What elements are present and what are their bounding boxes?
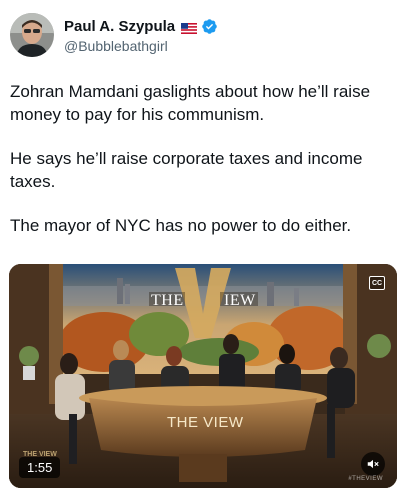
tweet-paragraph: The mayor of NYC has no power to do eith…	[10, 216, 352, 235]
show-title-left: THE	[151, 292, 184, 309]
tweet-text: Zohran Mamdani gaslights about how he’ll…	[10, 80, 396, 258]
captions-icon[interactable]: CC	[369, 276, 385, 290]
desk-title: THE VIEW	[167, 414, 244, 431]
author-name-row: Paul A. Szypula	[64, 17, 218, 37]
tweet-header: Paul A. Szypula @Bubblebathgirl	[10, 12, 390, 58]
author-handle[interactable]: @Bubblebathgirl	[64, 38, 218, 54]
speaker-mute-icon[interactable]	[361, 452, 385, 476]
video-player[interactable]: THE IEW THE VIEW THE VIEW CC 1:55 #THEVI…	[9, 264, 397, 488]
author-display-name[interactable]: Paul A. Szypula	[64, 18, 175, 35]
show-title-right: IEW	[224, 292, 256, 309]
tweet-paragraph: He says he’ll raise corporate taxes and …	[10, 149, 363, 191]
video-frame	[9, 264, 397, 488]
us-flag-icon	[181, 21, 198, 34]
video-duration: 1:55	[19, 457, 61, 478]
tweet-paragraph: Zohran Mamdani gaslights about how he’ll…	[10, 82, 371, 124]
verified-badge-icon	[201, 18, 218, 35]
author-avatar[interactable]	[10, 13, 54, 57]
author-names: Paul A. Szypula @Bubblebathgirl	[64, 17, 218, 54]
tweet-card: Paul A. Szypula @Bubblebathgirl Zohran M…	[0, 0, 406, 500]
show-watermark: #THEVIEW	[348, 476, 383, 482]
